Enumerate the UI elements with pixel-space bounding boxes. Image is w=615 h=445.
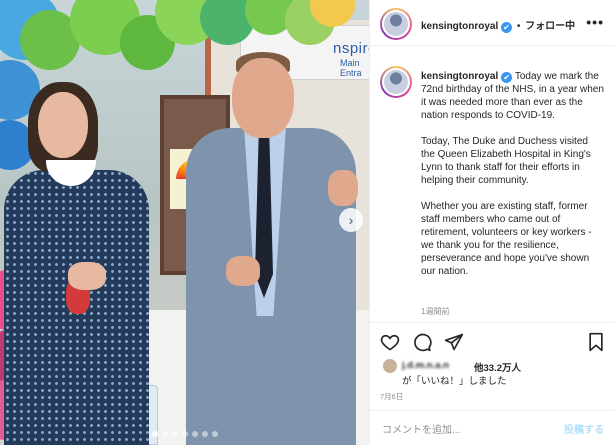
sign-subtext: Main Entra	[340, 58, 362, 78]
post-comment-button[interactable]: 投稿する	[564, 421, 604, 436]
liker-username[interactable]: j.d.m.n.a.n	[402, 360, 449, 371]
caption-username[interactable]: kensingtonroyal	[421, 71, 498, 82]
post-photo[interactable]: nspire Main Entra ›	[0, 0, 369, 445]
sign-text: nspire	[333, 40, 369, 57]
post-date: 7月6日	[380, 392, 404, 401]
carousel-dot	[171, 431, 178, 437]
liker-avatar[interactable]	[382, 358, 398, 374]
man-fist	[328, 170, 358, 206]
caption-paragraph-3: Whether you are existing staff, former s…	[421, 201, 592, 277]
comment-input[interactable]: コメントを追加...	[382, 421, 460, 436]
verified-badge-icon: ✔	[501, 22, 513, 33]
more-options-icon[interactable]: •••	[586, 14, 604, 30]
carousel-indicator	[0, 431, 369, 437]
header-user-line: kensingtonroyal ✔ • フォロー中	[421, 17, 575, 33]
post-side-panel: kensingtonroyal ✔ • フォロー中 ••• kensington…	[369, 0, 615, 445]
verified-badge-icon: ✔	[501, 72, 513, 83]
action-bar	[370, 322, 615, 358]
comment-icon[interactable]	[412, 332, 432, 352]
comment-bar: コメントを追加... 投稿する	[370, 410, 615, 445]
next-image-button[interactable]: ›	[339, 208, 363, 232]
header-separator: •	[516, 21, 521, 32]
post-header: kensingtonroyal ✔ • フォロー中 •••	[370, 0, 615, 46]
caption-avatar-icon[interactable]	[380, 66, 412, 98]
bookmark-icon[interactable]	[586, 332, 606, 352]
carousel-dot	[181, 431, 188, 437]
woman-face	[38, 92, 88, 158]
liked-text: が「いいね！」しました	[402, 376, 507, 387]
carousel-dot	[191, 431, 198, 437]
follow-status-button[interactable]: フォロー中	[525, 21, 575, 32]
likes-summary: j.d.m.n.a.n 他33.2万人 が「いいね！」しました	[380, 358, 610, 388]
kensington-avatar-icon[interactable]	[380, 8, 412, 40]
woman-hand	[68, 262, 106, 290]
time-ago[interactable]: 1週間前	[421, 306, 449, 317]
heart-icon[interactable]	[380, 332, 400, 352]
carousel-dot	[161, 431, 168, 437]
paper-plane-icon[interactable]	[444, 332, 464, 352]
caption-paragraph-2: Today, The Duke and Duchess visited the …	[421, 136, 591, 186]
carousel-dot	[151, 431, 158, 437]
likes-count-link[interactable]: 他33.2万人	[474, 360, 521, 374]
post-caption: kensingtonroyal ✔ Today we mark the 72nd …	[421, 70, 604, 291]
carousel-dot	[201, 431, 208, 437]
man-hand	[226, 256, 260, 286]
carousel-dot	[211, 431, 218, 437]
header-username[interactable]: kensingtonroyal	[421, 21, 498, 32]
man-face	[232, 58, 294, 138]
